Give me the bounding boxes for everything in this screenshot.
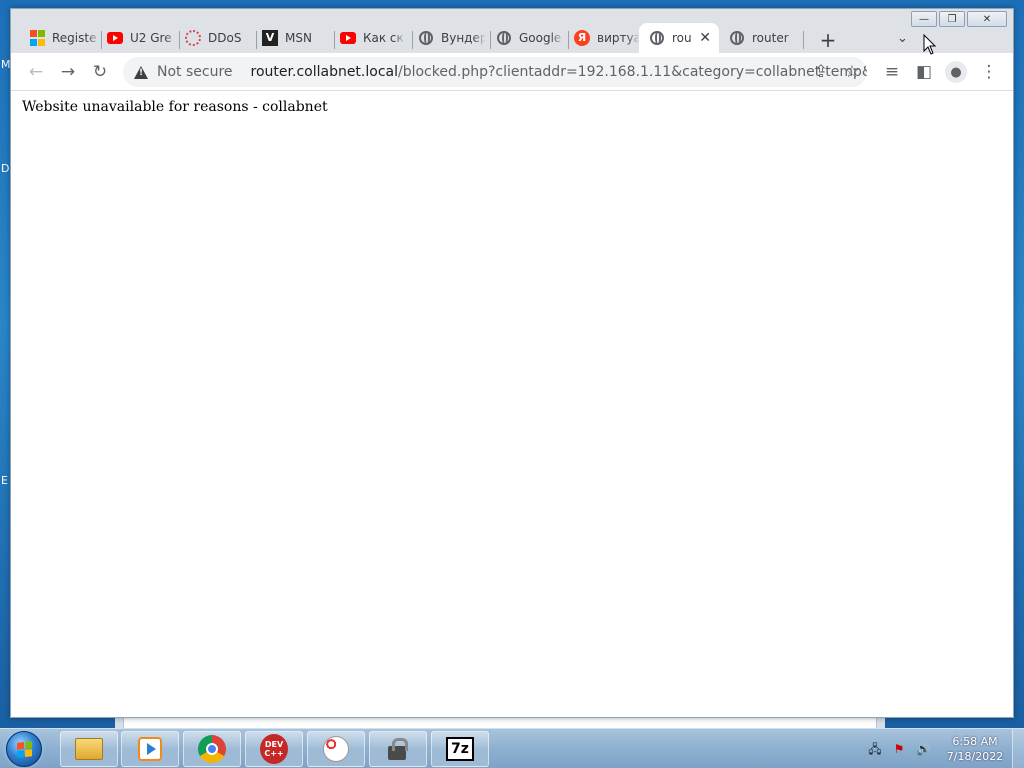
address-bar[interactable]: Not secure router.collabnet.local/blocke… bbox=[123, 57, 867, 87]
reload-button[interactable]: ↻ bbox=[88, 60, 112, 84]
microsoft-icon bbox=[29, 30, 45, 46]
bookmark-star-icon[interactable]: ☆ bbox=[840, 60, 864, 84]
tab-title: router bbox=[752, 31, 789, 45]
paint-palette-icon bbox=[322, 735, 350, 763]
tab-title: MSN bbox=[285, 31, 312, 45]
tab[interactable]: DDoS bbox=[175, 23, 257, 53]
ddos-icon bbox=[185, 30, 201, 46]
tab-title: U2 Gre bbox=[130, 31, 172, 45]
browser-toolbar: ← → ↻ Not secure router.collabnet.local/… bbox=[11, 53, 1013, 91]
taskbar-media-player[interactable] bbox=[121, 731, 179, 767]
tab-title: rou bbox=[672, 31, 692, 45]
url-path: /blocked.php?clientaddr=192.168.1.11&cat… bbox=[398, 64, 867, 80]
taskbar-explorer[interactable] bbox=[60, 731, 118, 767]
folder-icon bbox=[75, 735, 103, 763]
7zip-icon: 7z bbox=[446, 735, 474, 763]
tab[interactable]: V MSN bbox=[252, 23, 330, 53]
mouse-cursor-icon bbox=[923, 34, 937, 55]
profile-avatar-icon[interactable]: ● bbox=[944, 60, 968, 84]
globe-icon bbox=[496, 30, 512, 46]
globe-icon bbox=[418, 30, 434, 46]
tab-separator bbox=[803, 31, 804, 49]
page-content: Website unavailable for reasons - collab… bbox=[11, 91, 1013, 717]
security-label[interactable]: Not secure bbox=[157, 64, 233, 80]
tab[interactable]: Google bbox=[486, 23, 564, 53]
reading-list-icon[interactable]: ≡ bbox=[880, 60, 904, 84]
side-panel-icon[interactable]: ◧ bbox=[912, 60, 936, 84]
tab[interactable]: Я виртуа bbox=[564, 23, 640, 53]
blocked-message: Website unavailable for reasons - collab… bbox=[22, 99, 328, 115]
globe-icon bbox=[649, 30, 665, 46]
taskbar-network-lock[interactable] bbox=[369, 731, 427, 767]
start-button[interactable] bbox=[6, 731, 42, 767]
url-host: router.collabnet.local bbox=[250, 64, 398, 80]
action-center-flag-icon[interactable]: ⚑ bbox=[892, 742, 906, 756]
volume-icon[interactable]: 🔊 bbox=[916, 742, 931, 756]
taskbar-chrome[interactable] bbox=[183, 731, 241, 767]
tab[interactable]: Как ск bbox=[330, 23, 406, 53]
windows-logo-icon bbox=[16, 740, 32, 758]
taskbar-dev-cpp[interactable]: DEV C++ bbox=[245, 731, 303, 767]
tab[interactable]: router bbox=[719, 23, 799, 53]
tab[interactable]: Registe bbox=[19, 23, 101, 53]
yandex-icon: Я bbox=[574, 30, 590, 46]
taskbar: DEV C++ 7z 🖧 ⚑ 🔊 6:58 AM 7/18/2022 bbox=[0, 728, 1024, 768]
clock-time: 6:58 AM bbox=[952, 735, 998, 748]
tab-title: Registe bbox=[52, 31, 97, 45]
share-icon[interactable]: ⇪ bbox=[809, 60, 833, 84]
network-icon[interactable]: 🖧 bbox=[868, 742, 882, 756]
warning-icon[interactable] bbox=[134, 65, 148, 79]
tab-title: Google bbox=[519, 31, 562, 45]
dev-cpp-icon: DEV C++ bbox=[260, 734, 288, 764]
chrome-window: — ❐ ✕ Registe U2 Gre DDoS V MSN Как ск В… bbox=[10, 8, 1014, 718]
clock[interactable]: 6:58 AM 7/18/2022 bbox=[940, 734, 1010, 764]
system-tray: 🖧 ⚑ 🔊 6:58 AM 7/18/2022 bbox=[862, 729, 1024, 768]
taskbar-7zip[interactable]: 7z bbox=[431, 731, 489, 767]
globe-icon bbox=[729, 30, 745, 46]
media-player-icon bbox=[136, 735, 164, 763]
tab-active[interactable]: rou ✕ bbox=[639, 23, 719, 53]
tab-title: виртуа bbox=[597, 31, 640, 45]
tab[interactable]: U2 Gre bbox=[97, 23, 179, 53]
clock-date: 7/18/2022 bbox=[946, 750, 1004, 763]
msn-icon: V bbox=[262, 30, 278, 46]
taskbar-paint[interactable] bbox=[307, 731, 365, 767]
desktop-icon-label[interactable]: E bbox=[1, 474, 8, 487]
tab-title: Вундер bbox=[441, 31, 486, 45]
back-button[interactable]: ← bbox=[24, 60, 48, 84]
tab-strip: Registe U2 Gre DDoS V MSN Как ск Вундер bbox=[11, 19, 1015, 53]
menu-kebab-icon[interactable]: ⋮ bbox=[977, 60, 1001, 84]
new-tab-button[interactable]: + bbox=[817, 29, 839, 51]
close-tab-icon[interactable]: ✕ bbox=[699, 30, 711, 46]
tab[interactable]: Вундер bbox=[408, 23, 486, 53]
desktop-icon-label[interactable]: D bbox=[1, 162, 9, 175]
youtube-icon bbox=[340, 30, 356, 46]
show-desktop-button[interactable] bbox=[1012, 729, 1024, 768]
chrome-icon bbox=[198, 735, 226, 763]
youtube-icon bbox=[107, 30, 123, 46]
tab-title: DDoS bbox=[208, 31, 242, 45]
forward-button[interactable]: → bbox=[56, 60, 80, 84]
tab-title: Как ск bbox=[363, 31, 404, 45]
lock-icon bbox=[384, 735, 412, 763]
tab-search-chevron-icon[interactable]: ⌄ bbox=[897, 31, 908, 46]
